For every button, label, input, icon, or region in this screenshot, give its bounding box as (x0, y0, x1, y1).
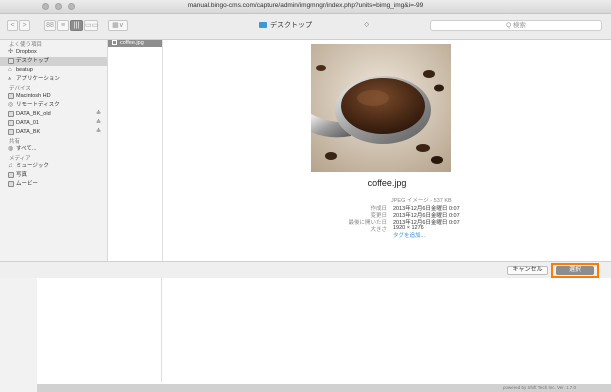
sidebar-item-label: Macintosh HD (16, 93, 51, 99)
eject-icon[interactable]: ≜ (96, 128, 101, 137)
page-url: manual.bingo-cms.com/capture/admin/imgmn… (187, 2, 424, 9)
column-view-button[interactable]: ||| (70, 20, 83, 31)
disk-icon (8, 120, 14, 126)
sidebar-item-label: すべて... (16, 146, 37, 152)
eject-icon[interactable]: ≜ (96, 119, 101, 128)
coffee-photo-icon (311, 44, 451, 172)
disk-icon (8, 111, 14, 117)
page-divider (161, 278, 162, 382)
sidebar-item-label: DATA_01 (16, 120, 40, 126)
sidebar-item-label: beatup (16, 67, 33, 73)
forward-button[interactable]: > (19, 20, 30, 31)
photo-icon (8, 172, 14, 178)
sidebar-item-label: DATA_BK_old (16, 111, 51, 117)
sidebar-item-movies[interactable]: ムービー (0, 180, 107, 189)
sidebar-item-data-bk-old[interactable]: DATA_BK_old ≜ (0, 110, 107, 119)
sidebar-item-label: DATA_BK (16, 129, 41, 135)
search-field[interactable]: Q 検索 (430, 20, 602, 31)
sidebar-item-label: 写真 (16, 172, 28, 178)
sidebar-item-label: アプリケーション (16, 76, 60, 82)
meta-key: 大きさ (370, 227, 387, 233)
preview-pane: coffee.jpg JPEG イメージ - 537 KB 作成日 2013年1… (163, 40, 611, 261)
file-kind: JPEG イメージ - 537 KB (391, 198, 452, 204)
eject-icon[interactable]: ≜ (96, 110, 101, 119)
sidebar-header-favorites: よく使う項目 (9, 42, 43, 48)
preview-filename: coffee.jpg (367, 178, 407, 188)
sidebar-item-label: デスクトップ (16, 58, 50, 64)
arrange-button[interactable]: ▦∨ (108, 20, 128, 31)
disk-icon (8, 93, 14, 99)
movie-icon (8, 181, 14, 187)
file-column: coffee.jpg (108, 40, 163, 261)
background-page: powered by Shift Tech Inc. Ver. 1.7.0 (0, 278, 611, 392)
sidebar-item-label: リモートディスク (16, 102, 60, 108)
page-left-panel (0, 278, 37, 392)
sidebar-item-all-shared[interactable]: ◍ すべて... (0, 145, 107, 154)
list-view-button[interactable]: ≡ (57, 20, 69, 31)
dropbox-icon: ✣ (8, 49, 14, 55)
sidebar-item-music[interactable]: ♫ ミュージック (0, 162, 107, 171)
sidebar-item-applications[interactable]: ⩚ アプリケーション (0, 75, 107, 84)
image-file-icon (112, 40, 117, 45)
location-popup[interactable]: デスクトップ ◇ (253, 20, 369, 31)
folder-icon (259, 22, 267, 28)
remote-disc-icon: ◎ (8, 102, 14, 108)
powered-by-footer: powered by Shift Tech Inc. Ver. 1.7.0 (37, 384, 611, 392)
music-icon: ♫ (8, 163, 13, 169)
disk-icon (8, 129, 14, 135)
file-dialog-window: manual.bingo-cms.com/capture/admin/imgmn… (0, 0, 611, 392)
sidebar-item-label: Dropbox (16, 49, 37, 55)
sidebar-header-shared: 共有 (9, 139, 21, 145)
sidebar-item-desktop[interactable]: デスクトップ (0, 57, 107, 66)
chevron-updown-icon: ◇ (364, 22, 369, 28)
cancel-button[interactable]: キャンセル (507, 266, 548, 275)
file-name: coffee.jpg (120, 40, 144, 46)
network-icon: ◍ (8, 146, 14, 152)
home-icon: ⌂ (8, 67, 12, 73)
file-row-selected[interactable]: coffee.jpg (108, 40, 162, 47)
sidebar-item-photos[interactable]: 写真 (0, 171, 107, 180)
dialog-footer: キャンセル 選択 (0, 261, 611, 278)
back-button[interactable]: < (7, 20, 18, 31)
choose-button[interactable]: 選択 (556, 266, 594, 275)
dialog-toolbar: < > 88 ≡ ||| ▭▭ ▦∨ デスクトップ ◇ Q 検索 (0, 14, 611, 40)
applications-icon: ⩚ (8, 76, 12, 82)
sidebar-item-data-01[interactable]: DATA_01 ≜ (0, 119, 107, 128)
desktop-icon (8, 58, 14, 64)
preview-image (311, 44, 451, 172)
icon-view-button[interactable]: 88 (44, 20, 56, 31)
sidebar-header-devices: デバイス (9, 86, 31, 92)
title-bar: manual.bingo-cms.com/capture/admin/imgmn… (0, 0, 611, 14)
sidebar: よく使う項目 ✣ Dropbox デスクトップ ⌂ beatup ⩚ アプリケー… (0, 40, 108, 261)
sidebar-item-data-bk[interactable]: DATA_BK ≜ (0, 128, 107, 137)
sidebar-item-label: ムービー (16, 181, 39, 187)
location-label: デスクトップ (270, 22, 312, 29)
cover-flow-button[interactable]: ▭▭ (84, 20, 98, 31)
sidebar-item-label: ミュージック (16, 163, 49, 169)
add-tag-link[interactable]: タグを追加... (393, 231, 425, 239)
sidebar-item-beatup[interactable]: ⌂ beatup (0, 66, 107, 75)
sidebar-item-dropbox[interactable]: ✣ Dropbox (0, 48, 107, 57)
sidebar-item-remote-disc[interactable]: ◎ リモートディスク (0, 101, 107, 110)
sidebar-header-media: メディア (9, 156, 31, 162)
sidebar-item-macintosh-hd[interactable]: Macintosh HD (0, 92, 107, 101)
